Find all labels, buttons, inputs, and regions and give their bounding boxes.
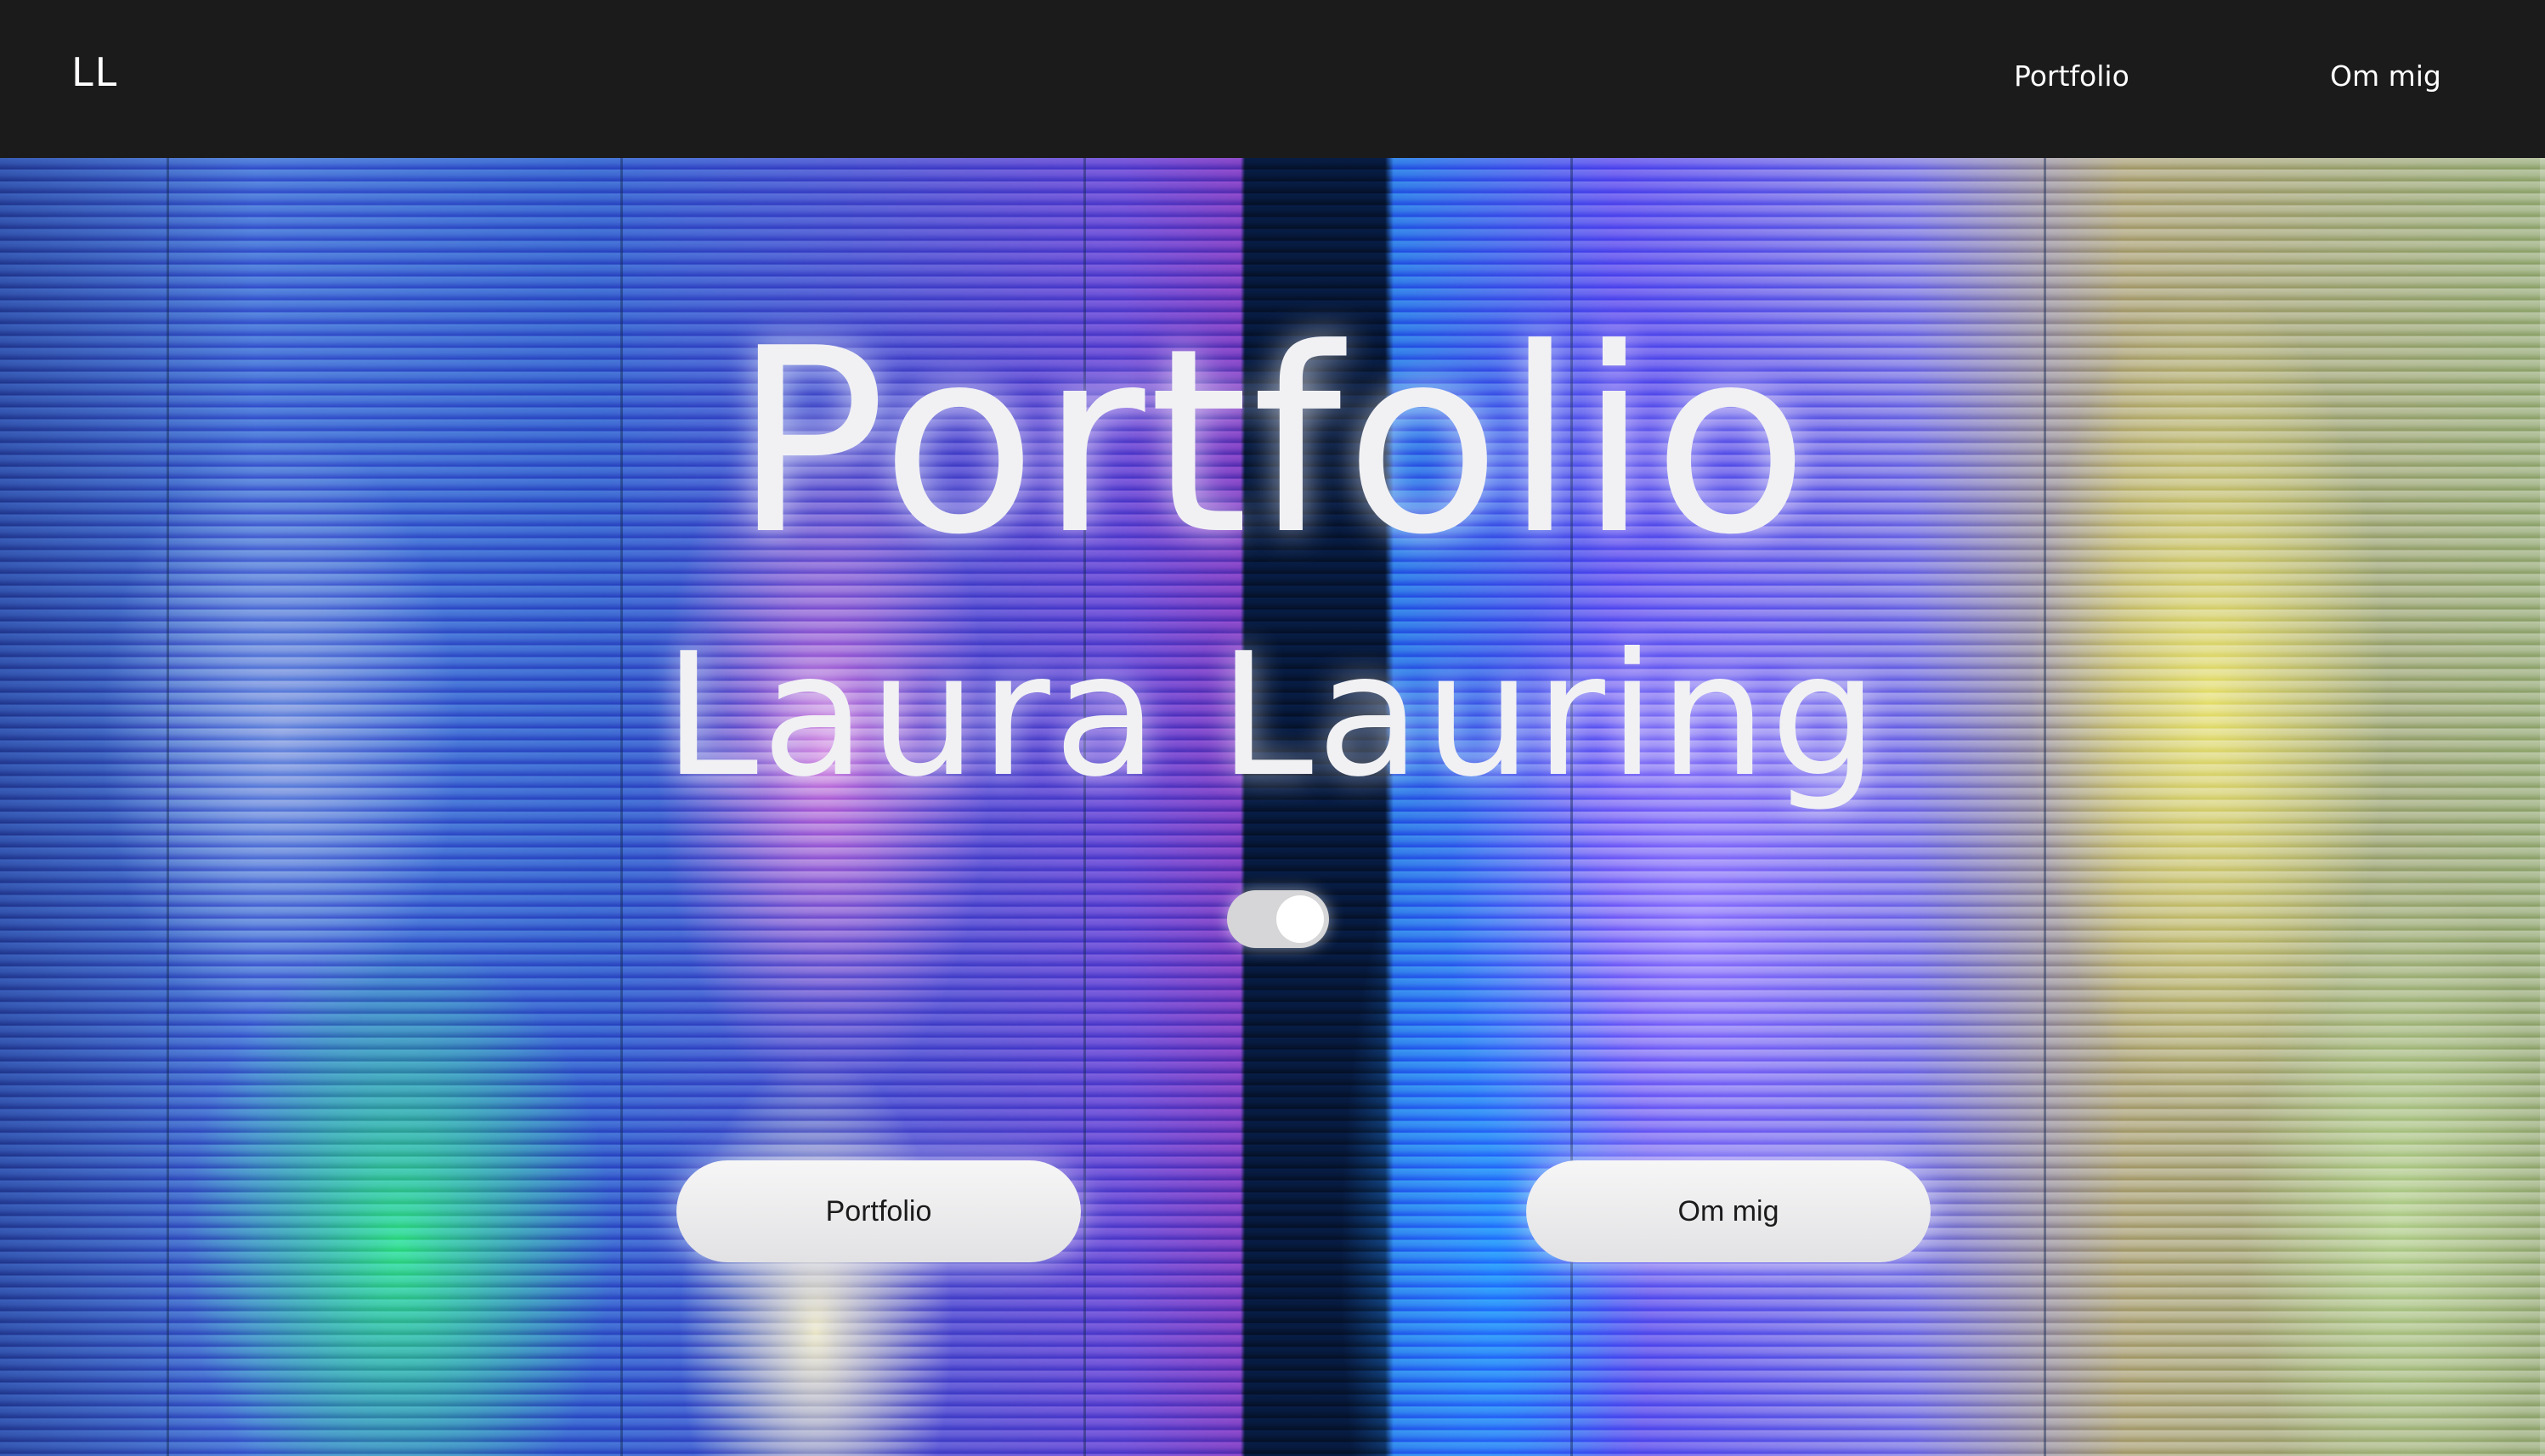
nav-link-om-mig[interactable]: Om mig — [2330, 59, 2441, 93]
nav-link-portfolio[interactable]: Portfolio — [2014, 59, 2129, 93]
theme-toggle-switch[interactable] — [1227, 890, 1329, 948]
om-mig-button[interactable]: Om mig — [1526, 1160, 1931, 1262]
hero-section: Portfolio Laura Lauring Portfolio Om mig — [0, 158, 2545, 1456]
hero-title: Portfolio — [732, 294, 1813, 590]
top-navigation-bar: LL Portfolio Om mig — [0, 0, 2545, 158]
toggle-knob — [1276, 895, 1324, 943]
hero-name: Laura Lauring — [663, 617, 1882, 815]
site-logo[interactable]: LL — [71, 49, 118, 95]
page-scrollbar[interactable] — [2540, 158, 2545, 1456]
portfolio-button[interactable]: Portfolio — [676, 1160, 1081, 1262]
